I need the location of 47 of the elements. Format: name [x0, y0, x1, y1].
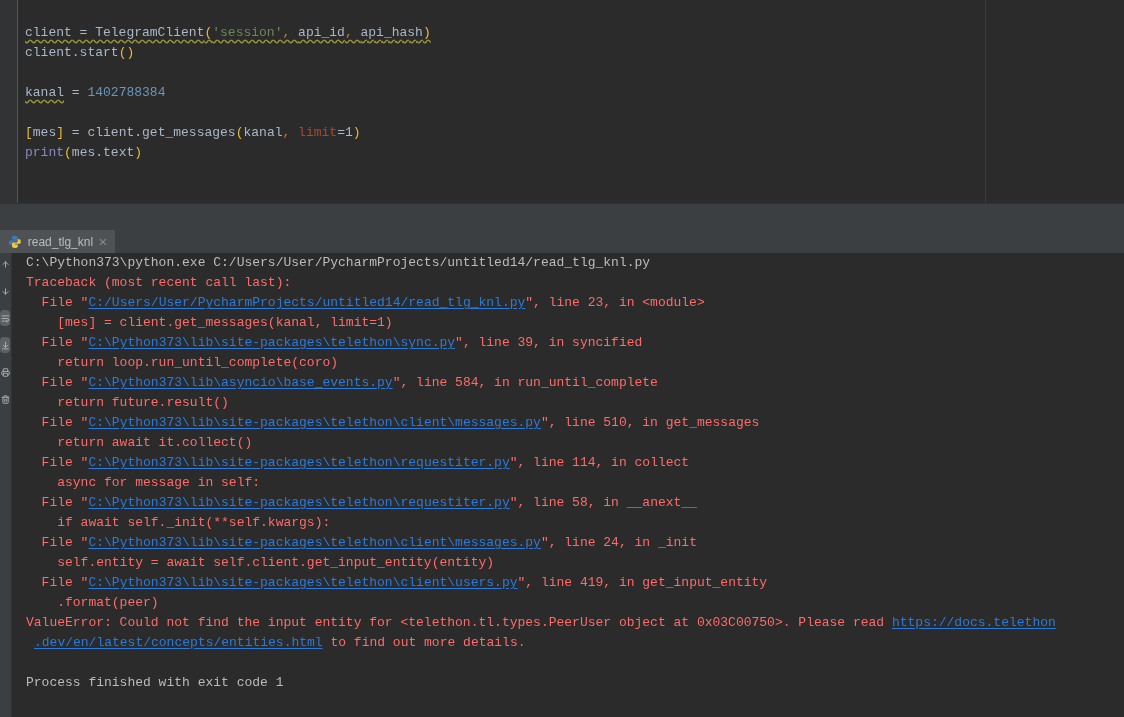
delete-icon	[0, 394, 10, 404]
console-line: File "C:\Python373\lib\site-packages\telethon\sync.py", line 39, in syncified	[40, 334, 643, 352]
console-line: File "C:\Python373\lib\site-packages\telethon\requestiter.py", line 58, in __anext__	[40, 494, 697, 512]
scroll-end-icon	[0, 340, 10, 350]
code-line: client = TelegramClient('session', api_id, api_hash)	[25, 24, 431, 42]
console-line: File "C:\Python373\lib\site-packages\telethon\client\messages.py", line 24, in _init	[40, 534, 697, 552]
file-link[interactable]: C:\Python373\lib\asyncio\base_events.py	[88, 375, 393, 390]
run-tab[interactable]: read_tlg_knl	[0, 230, 115, 253]
console-line: Process finished with exit code 1	[26, 674, 284, 692]
wrap-tool-button[interactable]	[0, 310, 10, 326]
file-link[interactable]: C:\Python373\lib\site-packages\telethon\requestiter.py	[88, 495, 510, 510]
console-line: .format(peer)	[56, 594, 159, 612]
console-line: File "C:\Python373\lib\site-packages\telethon\client\users.py", line 419, in get_input_entity	[40, 574, 768, 592]
code-line: kanal = 1402788384	[25, 84, 166, 102]
console-line: ValueError: Could not find the input entity for <telethon.tl.types.PeerUser object at 0x03C00750>. Please read https://docs.telethon	[26, 614, 1056, 632]
file-link[interactable]: C:\Python373\lib\site-packages\telethon\client\messages.py	[88, 415, 541, 430]
file-link[interactable]: C:\Python373\lib\site-packages\telethon\requestiter.py	[88, 455, 510, 470]
file-link[interactable]: .dev/en/latest/concepts/entities.html	[34, 635, 323, 650]
scroll-end-tool-button[interactable]	[0, 337, 10, 353]
console-line: self.entity = await self.client.get_input_entity(entity)	[56, 554, 495, 572]
down-icon	[0, 286, 10, 296]
console-line: return loop.run_until_complete(coro)	[56, 354, 339, 372]
wrap-icon	[0, 313, 10, 323]
code-line: [mes] = client.get_messages(kanal, limit=1)	[25, 124, 361, 142]
code-line: client.start()	[25, 44, 135, 62]
console-line: File "C:\Python373\lib\asyncio\base_events.py", line 584, in run_until_complete	[40, 374, 658, 392]
console-line: [mes] = client.get_messages(kanal, limit=1)	[56, 314, 393, 332]
console-line: Traceback (most recent call last):	[26, 274, 292, 292]
file-link[interactable]: C:\Python373\lib\site-packages\telethon\client\users.py	[88, 575, 518, 590]
file-link[interactable]: C:/Users/User/PycharmProjects/untitled14/read_tlg_knl.py	[88, 295, 526, 310]
python-file-icon	[8, 234, 22, 249]
console-line: File "C:\Python373\lib\site-packages\telethon\requestiter.py", line 114, in collect	[40, 454, 690, 472]
file-link[interactable]: C:\Python373\lib\site-packages\telethon\client\messages.py	[88, 535, 541, 550]
console-line: return future.result()	[56, 394, 229, 412]
console-line: if await self._init(**self.kwargs):	[56, 514, 331, 532]
code-line: print(mes.text)	[25, 144, 143, 162]
console-line: return await it.collect()	[56, 434, 253, 452]
print-icon	[0, 367, 10, 377]
tab-label: read_tlg_knl	[27, 233, 94, 251]
console-line: File "C:\Python373\lib\site-packages\telethon\client\messages.py", line 510, in get_messages	[40, 414, 760, 432]
console-line: File "C:/Users/User/PycharmProjects/untitled14/read_tlg_knl.py", line 23, in <module>	[40, 294, 705, 312]
console-line: C:\Python373\python.exe C:/Users/User/PycharmProjects/untitled14/read_tlg_knl.py	[26, 254, 651, 272]
up-icon	[0, 259, 10, 269]
file-link[interactable]: C:\Python373\lib\site-packages\telethon\sync.py	[88, 335, 456, 350]
file-link[interactable]: https://docs.telethon	[891, 615, 1056, 630]
console-line: async for message in self:	[56, 474, 261, 492]
console-line: .dev/en/latest/concepts/entities.html to find out more details.	[33, 634, 526, 652]
